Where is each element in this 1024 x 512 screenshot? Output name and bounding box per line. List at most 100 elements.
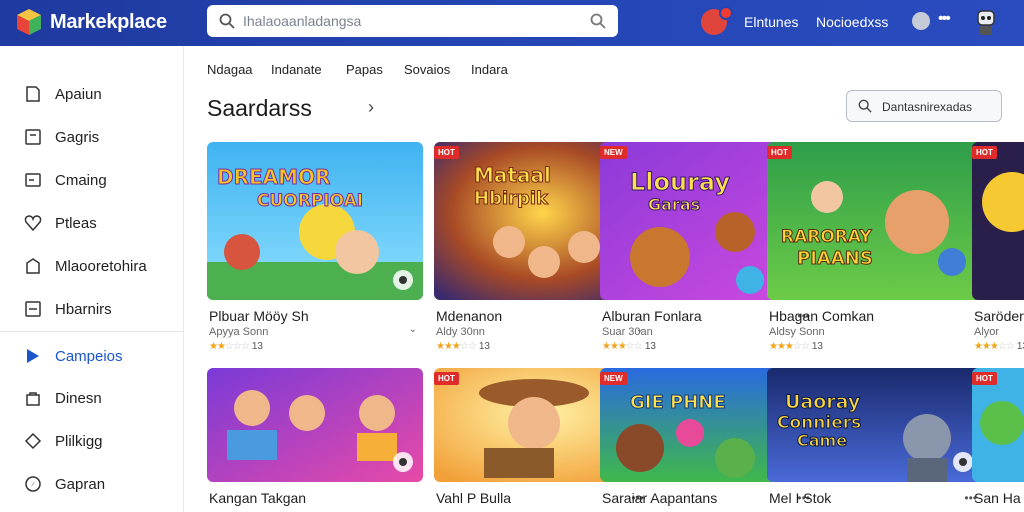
sidebar: Apaiun Gagris Cmaing Ptleas Mlaooretohir…: [0, 46, 184, 512]
game-badge: HOT: [434, 146, 459, 159]
game-card[interactable]: RARORAY PIAANS HOT Hbagan Comkan Aldsy S…: [767, 142, 983, 362]
app-title[interactable]: Markekplace: [50, 11, 167, 34]
chevron-down-icon[interactable]: ⌄: [409, 324, 417, 335]
game-title[interactable]: Saröder: [974, 308, 1024, 324]
game-thumbnail[interactable]: DREAMOR CUORPIOAI: [207, 142, 423, 300]
game-subtitle: Alyor: [974, 326, 1000, 338]
game-title[interactable]: Kangan Takgan: [209, 490, 306, 506]
more-options-icon[interactable]: •••: [938, 10, 951, 28]
game-thumbnail[interactable]: Uaoray Conniers Came: [767, 368, 983, 482]
search-input[interactable]: [243, 12, 583, 30]
robot-avatar-icon[interactable]: [972, 7, 1000, 37]
game-badge: HOT: [972, 146, 997, 159]
game-card[interactable]: Kangan Takgan: [207, 368, 423, 512]
box-icon: [25, 129, 41, 145]
category-tabs: Ndagaa Indanate Papas Sovaios Indara: [185, 46, 1024, 90]
game-subtitle: Suar 30an: [602, 326, 653, 338]
sidebar-item-label: Cmaing: [55, 172, 107, 189]
game-thumbnail[interactable]: [207, 368, 423, 482]
search-icon: [858, 99, 872, 113]
filter-label: Dantasnirexadas: [882, 100, 973, 114]
svg-text:Hbirpik: Hbirpik: [474, 188, 549, 209]
user-avatar[interactable]: [912, 12, 930, 30]
game-thumbnail[interactable]: HOT: [972, 142, 1024, 300]
tab-indanate[interactable]: Indanate: [271, 62, 322, 77]
top-bar: Markekplace Elntunes Nocioedxss •••: [0, 0, 1024, 46]
svg-text:Uaoray: Uaoray: [785, 391, 861, 413]
game-title[interactable]: Vahl P Bulla: [436, 490, 511, 506]
sidebar-item-gapran[interactable]: Gapran: [0, 465, 184, 503]
sidebar-item-label: Gapran: [55, 476, 106, 493]
section-title: Saardarss: [207, 95, 312, 121]
game-title[interactable]: Mel I Stok: [769, 490, 831, 506]
flag-icon: [27, 349, 39, 363]
sidebar-item-hbarnirs[interactable]: Hbarnirs: [0, 290, 184, 328]
sidebar-item-label: Campeios: [55, 348, 123, 365]
game-title[interactable]: Mdenanon: [436, 308, 502, 324]
sidebar-item-label: Plilkigg: [55, 433, 103, 450]
sidebar-item-cmaing[interactable]: Cmaing: [0, 161, 184, 199]
game-card[interactable]: HOT Saröder Alyor ★★★☆☆13: [972, 142, 1024, 362]
svg-text:Conniers: Conniers: [777, 413, 861, 433]
game-card[interactable]: Uaoray Conniers Came Mel I Stok •••: [767, 368, 983, 512]
tab-ndagaa[interactable]: Ndagaa: [207, 62, 253, 77]
sidebar-item-label: Hbarnirs: [55, 301, 112, 318]
list-icon: [25, 301, 41, 317]
top-link-2[interactable]: Nocioedxss: [816, 14, 888, 30]
compass-icon: [25, 476, 41, 492]
section-see-more-arrow-icon[interactable]: ›: [368, 97, 374, 118]
game-badge: NEW: [600, 146, 627, 159]
tag-icon: [25, 173, 41, 187]
bag-icon: [26, 392, 40, 406]
game-thumbnail[interactable]: HOT: [972, 368, 1024, 482]
sidebar-divider: [0, 331, 184, 332]
star-rating: ★★☆☆☆ 13: [209, 341, 263, 352]
svg-text:Mataal: Mataal: [474, 163, 551, 187]
sidebar-item-label: Gagris: [55, 129, 100, 146]
game-thumbnail[interactable]: RARORAY PIAANS HOT: [767, 142, 983, 300]
sidebar-item-apaiun[interactable]: Apaiun: [0, 75, 184, 113]
star-rating: ★★★☆☆13: [436, 341, 490, 352]
star-rating: ★★★☆☆13: [974, 341, 1024, 352]
play-icon[interactable]: [953, 452, 973, 472]
sidebar-item-label: Dinesn: [55, 390, 102, 407]
game-title[interactable]: Saraiar Aapantans: [602, 490, 717, 506]
sidebar-item-label: Mlaooretohira: [55, 258, 147, 275]
game-badge: HOT: [767, 146, 792, 159]
game-title[interactable]: Plbuar Mööy Sh: [209, 308, 309, 324]
marketplace-logo-icon[interactable]: [16, 8, 42, 36]
play-icon[interactable]: [393, 452, 413, 472]
sidebar-item-label: Apaiun: [55, 86, 102, 103]
bookmark-icon: [26, 258, 40, 274]
tab-papas[interactable]: Papas: [346, 62, 383, 77]
heart-icon: [24, 215, 42, 232]
star-rating: ★★★☆☆13: [602, 341, 656, 352]
tab-indara[interactable]: Indara: [471, 62, 508, 77]
game-title[interactable]: Alburan Fonlara: [602, 308, 702, 324]
filter-search-button[interactable]: Dantasnirexadas: [846, 90, 1002, 122]
svg-text:DREAMOR: DREAMOR: [217, 165, 330, 189]
game-badge: NEW: [600, 372, 627, 385]
search-bar[interactable]: [207, 5, 618, 37]
diamond-icon: [24, 432, 42, 450]
game-title[interactable]: Hbagan Comkan: [769, 308, 874, 324]
sidebar-item-mlaooretohira[interactable]: Mlaooretohira: [0, 247, 184, 285]
game-card[interactable]: HOT San Ha: [972, 368, 1024, 512]
sidebar-item-ptleas[interactable]: Ptleas: [0, 204, 184, 242]
game-subtitle: Aldy 30nn: [436, 326, 485, 338]
top-link-1[interactable]: Elntunes: [744, 14, 798, 30]
tab-sovaios[interactable]: Sovaios: [404, 62, 450, 77]
search-submit-icon[interactable]: [590, 13, 606, 29]
game-subtitle: Aldsy Sonn: [769, 326, 825, 338]
sidebar-item-campeios[interactable]: Campeios: [0, 337, 184, 375]
sidebar-item-dinesn[interactable]: Dinesn: [0, 379, 184, 417]
game-title[interactable]: San Ha: [974, 490, 1021, 506]
svg-text:Garas: Garas: [648, 195, 700, 214]
search-icon: [219, 13, 235, 29]
sidebar-item-plilkigg[interactable]: Plilkigg: [0, 422, 184, 460]
game-card[interactable]: DREAMOR CUORPIOAI Plbuar Mööy Sh Apyya S…: [207, 142, 423, 362]
svg-text:CUORPIOAI: CUORPIOAI: [257, 191, 363, 211]
sidebar-item-gagris[interactable]: Gagris: [0, 118, 184, 156]
play-icon[interactable]: [393, 270, 413, 290]
svg-text:Came: Came: [797, 431, 847, 450]
